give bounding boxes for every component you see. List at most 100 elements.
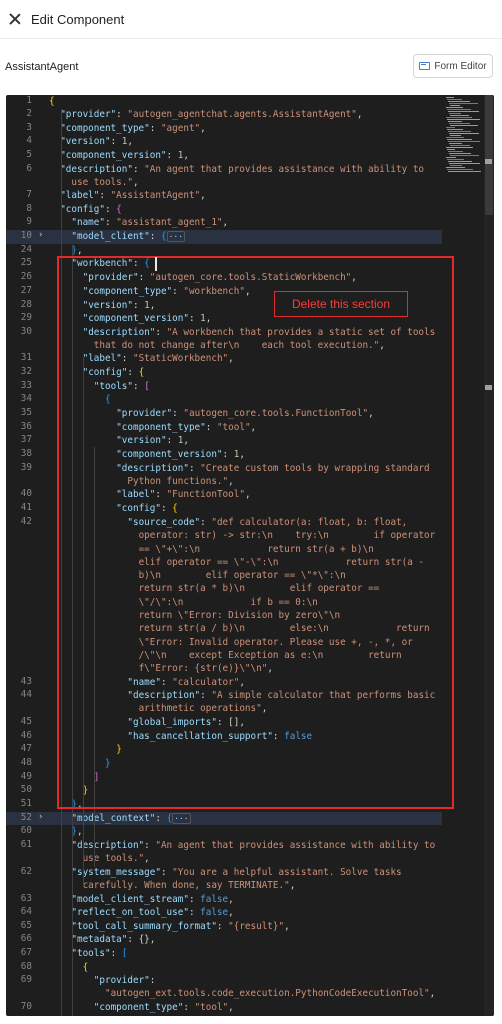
code-text: "global_imports": [], bbox=[127, 717, 245, 728]
minimap-line bbox=[449, 103, 478, 104]
code-line[interactable]: 5 "component_version": 1, bbox=[6, 149, 442, 163]
line-number: 52 bbox=[20, 812, 32, 823]
line-number: 31 bbox=[20, 352, 32, 363]
line-number: 38 bbox=[20, 448, 32, 459]
code-text: "config": { bbox=[60, 204, 122, 215]
code-text: "description": "A workbench that provide… bbox=[82, 327, 436, 352]
minimap-line bbox=[446, 117, 472, 118]
line-number: 67 bbox=[20, 947, 32, 958]
line-number: 68 bbox=[20, 961, 32, 972]
minimap-line bbox=[448, 151, 463, 152]
code-line[interactable]: 2 "provider": "autogen_agentchat.agents.A… bbox=[6, 108, 442, 122]
minimap-line bbox=[446, 107, 463, 108]
line-number: 43 bbox=[20, 676, 32, 687]
minimap-line bbox=[446, 127, 455, 128]
line-number: 36 bbox=[20, 421, 32, 432]
scrollbar-thumb[interactable] bbox=[485, 95, 493, 215]
code-editor[interactable]: 1{2 "provider": "autogen_agentchat.agents… bbox=[6, 95, 494, 1016]
minimap-line bbox=[447, 149, 455, 150]
line-number: 49 bbox=[20, 771, 32, 782]
code-text: "model_client": {··· bbox=[71, 231, 186, 242]
code-text: "component_type": "tool", bbox=[93, 1002, 234, 1013]
code-text: "component_version": 1, bbox=[82, 313, 212, 324]
code-text: "label": "StaticWorkbench", bbox=[82, 353, 234, 364]
line-number: 35 bbox=[20, 407, 32, 418]
minimap-line bbox=[447, 159, 464, 160]
code-text: } bbox=[105, 758, 111, 769]
line-number: 28 bbox=[20, 299, 32, 310]
indent-guide bbox=[83, 357, 84, 887]
code-line[interactable]: 6 "description": "An agent that provides … bbox=[6, 163, 442, 189]
code-text: "description": "A simple calculator that… bbox=[127, 690, 436, 715]
line-number: 40 bbox=[20, 488, 32, 499]
dialog-header: Edit Component bbox=[0, 0, 502, 39]
minimap-line bbox=[446, 137, 464, 138]
minimap-line bbox=[450, 125, 478, 126]
line-number: 70 bbox=[20, 1001, 32, 1012]
minimap-line bbox=[450, 145, 470, 146]
code-text: } bbox=[116, 744, 122, 755]
minimap-line bbox=[446, 147, 473, 148]
line-number: 60 bbox=[20, 825, 32, 836]
code-text: "model_client_stream": false, bbox=[71, 894, 234, 905]
form-editor-button[interactable]: Form Editor bbox=[413, 54, 493, 78]
line-number: 62 bbox=[20, 866, 32, 877]
code-line[interactable]: 1{ bbox=[6, 95, 442, 108]
line-number: 47 bbox=[20, 743, 32, 754]
code-text: "description": "An agent that provides a… bbox=[60, 164, 425, 189]
minimap-line bbox=[447, 129, 463, 130]
code-text: }, bbox=[71, 799, 83, 810]
fold-chevron-icon[interactable]: › bbox=[38, 230, 43, 240]
code-lines: 1{2 "provider": "autogen_agentchat.agents… bbox=[6, 95, 442, 1016]
code-text: "component_version": 1, bbox=[116, 449, 245, 460]
line-number: 46 bbox=[20, 730, 32, 741]
minimap-line bbox=[450, 135, 461, 136]
code-text: "version": 1, bbox=[94, 1015, 167, 1016]
code-line[interactable]: 3 "component_type": "agent", bbox=[6, 122, 442, 135]
line-number: 29 bbox=[20, 312, 32, 323]
close-icon[interactable] bbox=[8, 12, 22, 26]
code-text: "config": { bbox=[82, 367, 145, 378]
minimap-line bbox=[449, 153, 471, 154]
code-text: "component_type": "agent", bbox=[60, 123, 206, 134]
fold-chevron-icon[interactable]: › bbox=[38, 812, 43, 822]
code-line[interactable]: 4 "version": 1, bbox=[6, 135, 442, 149]
minimap-line bbox=[448, 101, 470, 102]
line-number: 39 bbox=[20, 462, 32, 473]
minimap[interactable] bbox=[442, 95, 482, 175]
minimap-line bbox=[449, 113, 461, 114]
code-text: "description": "An agent that provides a… bbox=[71, 840, 436, 865]
code-text: { bbox=[49, 96, 55, 107]
line-number: 7 bbox=[26, 189, 32, 200]
code-text: { bbox=[82, 962, 89, 973]
code-line[interactable]: 10 › "model_client": {··· bbox=[6, 230, 442, 244]
code-text: "reflect_on_tool_use": false, bbox=[71, 907, 234, 918]
overview-ruler-mark bbox=[485, 385, 492, 390]
code-text: "component_type": "workbench", bbox=[82, 286, 251, 297]
code-line[interactable]: 8 "config": { bbox=[6, 203, 442, 216]
code-text: "version": 1, bbox=[116, 435, 189, 446]
line-number: 71 bbox=[6, 1015, 32, 1016]
code-text: }, bbox=[71, 245, 83, 256]
minimap-line bbox=[448, 171, 481, 172]
line-number: 3 bbox=[26, 122, 32, 133]
code-text: "workbench": { bbox=[71, 258, 150, 269]
line-number: 41 bbox=[20, 502, 32, 513]
minimap-line bbox=[449, 143, 462, 144]
vertical-scrollbar[interactable] bbox=[484, 95, 494, 1016]
line-number: 9 bbox=[26, 216, 32, 227]
code-text: "provider": "autogen_ext.tools.code_exec… bbox=[93, 975, 436, 1000]
line-number: 24 bbox=[20, 244, 32, 255]
code-text: "model_context": {··· bbox=[71, 813, 191, 824]
minimap-line bbox=[450, 165, 462, 166]
line-number: 1 bbox=[26, 95, 32, 106]
minimap-line bbox=[447, 119, 480, 120]
line-number: 5 bbox=[26, 149, 32, 160]
code-line[interactable]: 7 "label": "AssistantAgent", bbox=[6, 189, 442, 203]
line-number: 64 bbox=[20, 906, 32, 917]
code-line[interactable]: 9 "name": "assistant_agent_1", bbox=[6, 216, 442, 230]
minimap-line bbox=[450, 115, 469, 116]
annotation-label: Delete this section bbox=[274, 291, 408, 317]
code-text: "provider": "autogen_core.tools.StaticWo… bbox=[82, 272, 357, 283]
code-text: "component_type": "tool", bbox=[116, 422, 257, 433]
